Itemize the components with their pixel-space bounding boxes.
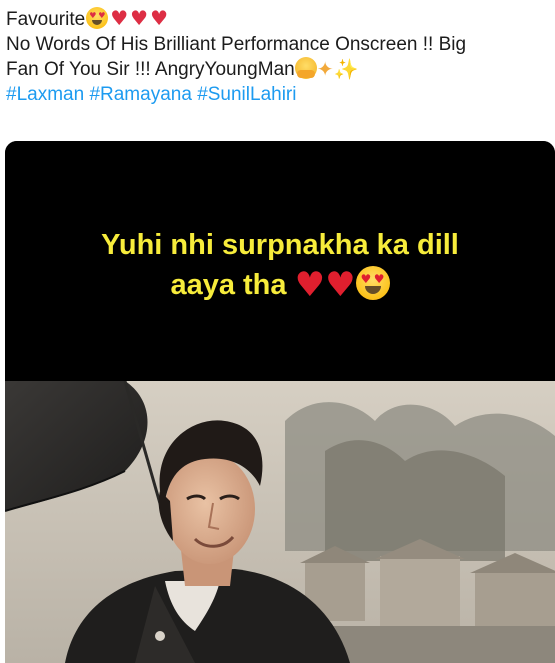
hashtag-link[interactable]: #SunilLahiri	[197, 84, 296, 105]
hugging-face-icon	[294, 57, 317, 79]
image-caption: Yuhi nhi surpnakha ka dill aaya tha ♥♥ ♥ ♥	[5, 225, 555, 305]
tweet-line-3: Fan Of You Sir !!! AngryYoungMan ✦✨	[6, 57, 551, 83]
heart-eyes-icon: ♥ ♥	[86, 7, 109, 29]
hashtag-link[interactable]: #Laxman	[6, 84, 84, 105]
heart-icon: ♥	[325, 265, 356, 305]
hashtag-link[interactable]: #Ramayana	[89, 84, 191, 105]
caption-line-2: aaya tha ♥♥ ♥ ♥	[5, 265, 555, 305]
tweet-line-3-text: Fan Of You Sir !!! AngryYoungMan	[6, 59, 295, 80]
tweet-line-1-text: Favourite	[6, 9, 86, 30]
caption-line-2-text: aaya tha	[170, 269, 287, 301]
dizzy-icon: ✦	[316, 57, 334, 81]
sparkles-icon: ✨	[333, 57, 359, 81]
tweet-text: Favourite ♥ ♥ ♥ ♥ ♥ No Words Of His Brilliant…	[6, 6, 551, 107]
heart-icon: ♥	[150, 6, 169, 30]
heart-eyes-icon: ♥ ♥	[355, 266, 390, 300]
photo	[5, 380, 555, 663]
caption-band: Yuhi nhi surpnakha ka dill aaya tha ♥♥ ♥ ♥	[5, 141, 555, 381]
heart-icon: ♥	[130, 6, 149, 30]
portrait-photo-illustration	[5, 380, 555, 663]
caption-line-1: Yuhi nhi surpnakha ka dill	[101, 229, 459, 261]
tweet-line-2: No Words Of His Brilliant Performance On…	[6, 33, 467, 55]
hashtag-line: #Laxman #Ramayana #SunilLahiri	[6, 83, 551, 108]
media-image[interactable]: Yuhi nhi surpnakha ka dill aaya tha ♥♥ ♥ ♥	[5, 141, 555, 663]
heart-icon: ♥	[110, 6, 129, 30]
tweet-line-1: Favourite ♥ ♥ ♥ ♥ ♥	[6, 6, 551, 33]
heart-icon: ♥	[294, 265, 326, 305]
